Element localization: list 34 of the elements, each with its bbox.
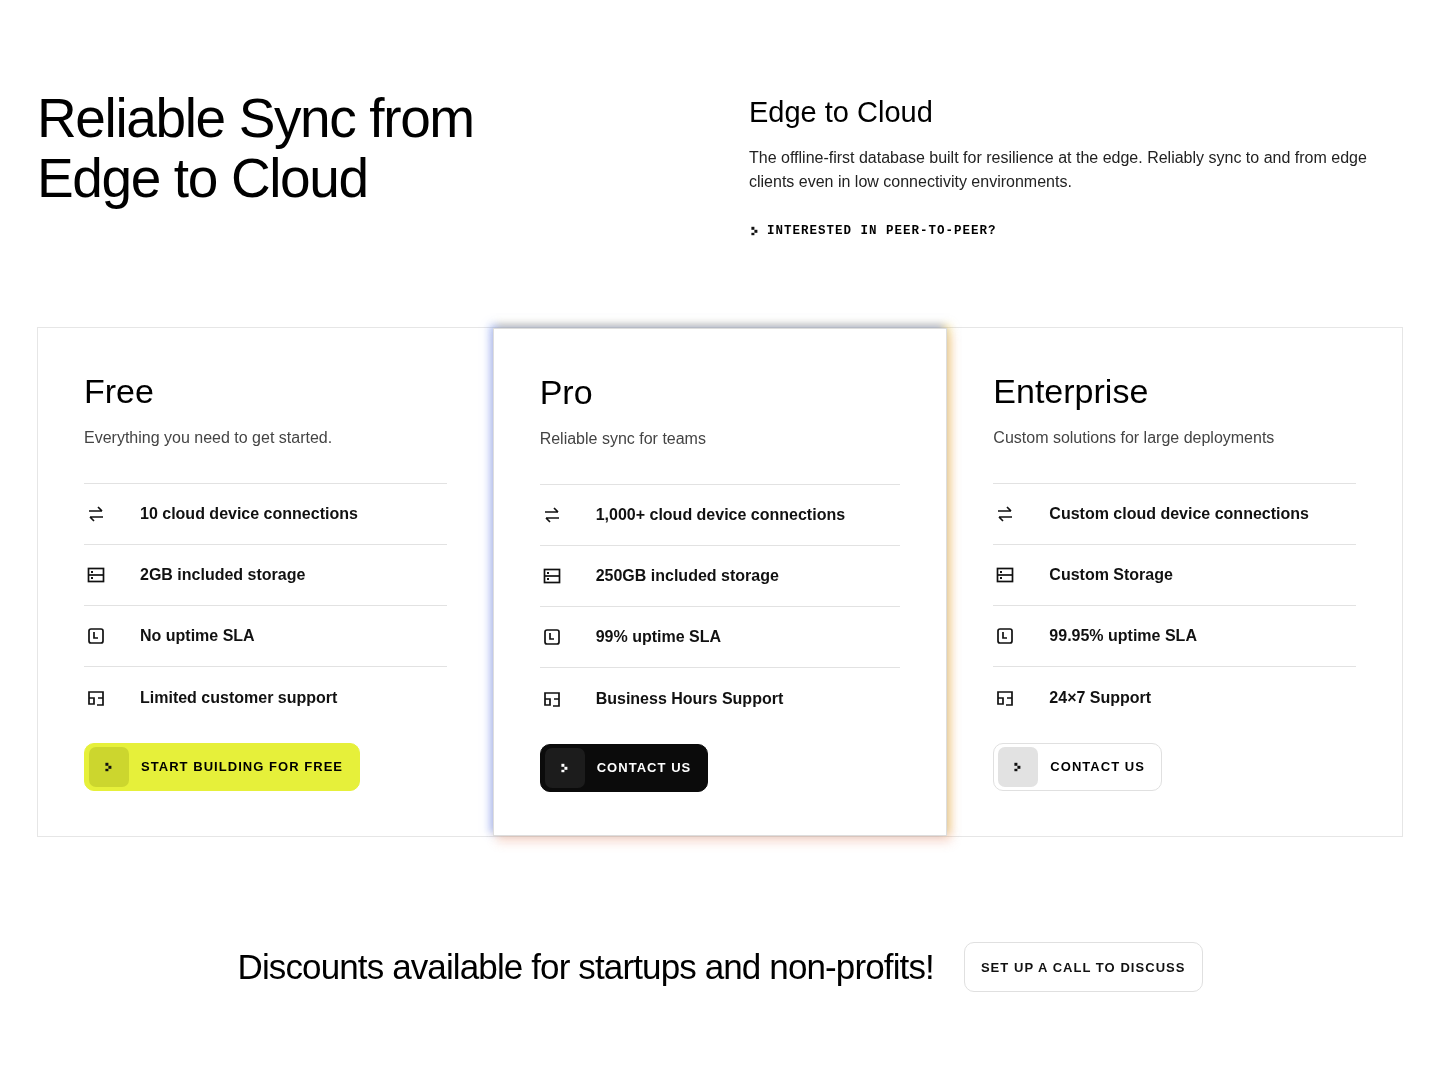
plan-button[interactable]: CONTACT US xyxy=(993,743,1162,791)
section-heading: Edge to Cloud xyxy=(749,95,934,130)
plan-tagline: Everything you need to get started. xyxy=(84,428,334,448)
feature-text: 24×7 Support xyxy=(1049,687,1152,708)
plan-name: Enterprise xyxy=(993,371,1150,412)
call-button[interactable]: SET UP A CALL TO DISCUSS xyxy=(963,942,1203,993)
feature-text: Custom cloud device connections xyxy=(1049,504,1309,524)
feature-text: 99% uptime SLA xyxy=(595,627,721,647)
clock-icon xyxy=(541,627,562,647)
storage-icon xyxy=(541,566,562,586)
clock-icon xyxy=(995,626,1016,646)
plan-name: Pro xyxy=(539,372,594,413)
feature-text: No uptime SLA xyxy=(140,626,255,646)
clock-icon xyxy=(86,626,106,646)
storage-icon xyxy=(86,565,106,585)
storage-icon xyxy=(995,565,1016,585)
feature-text: Business Hours Support xyxy=(595,688,784,709)
feature-text: 250GB included storage xyxy=(595,566,779,586)
feature-text: 2GB included storage xyxy=(140,565,306,585)
description: The offline-first database built for resilience at the edge. Reliably sync to and from edge clients even in low connectivity environments. xyxy=(749,148,1368,192)
feature-text: 10 cloud device connections xyxy=(140,504,358,524)
plan-button[interactable]: CONTACT US xyxy=(539,744,709,792)
feature-text: 99.95% uptime SLA xyxy=(1049,626,1197,646)
discount-heading: Discounts available for startups and non-profits! xyxy=(237,946,934,988)
plan-name: Free xyxy=(84,371,155,412)
plan-tagline: Reliable sync for teams xyxy=(539,429,707,449)
plan-button[interactable]: START BUILDING FOR FREE xyxy=(84,743,361,791)
peer-to-peer-link[interactable]: INTERESTED IN PEER-TO-PEER? xyxy=(749,222,997,241)
plan-tagline: Custom solutions for large deployments xyxy=(993,428,1276,448)
arrows-icon xyxy=(86,504,106,524)
feature-text: Custom Storage xyxy=(1049,565,1173,585)
feature-text: Limited customer support xyxy=(140,687,338,708)
feature-text: 1,000+ cloud device connections xyxy=(595,505,846,525)
page-title: Reliable Sync from Edge to Cloud xyxy=(37,88,475,211)
